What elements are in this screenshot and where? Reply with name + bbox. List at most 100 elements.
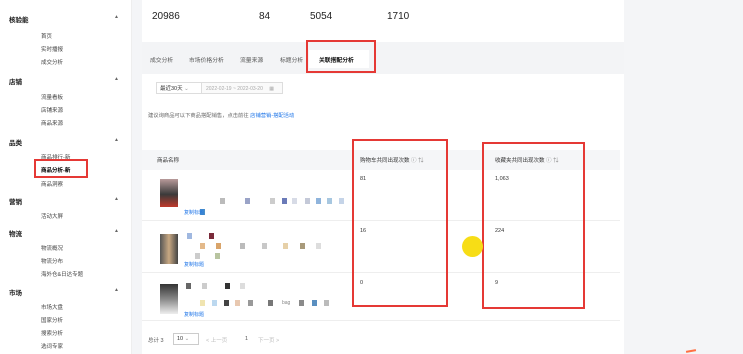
chevron-up-icon: ▲ <box>114 228 119 234</box>
chevron-up-icon: ▲ <box>114 196 119 202</box>
masked-title-block <box>220 198 225 204</box>
sidebar-item-home[interactable]: 首页 <box>41 32 52 40</box>
chevron-up-icon: ▲ <box>114 14 119 20</box>
stat-value: 84 <box>259 11 271 22</box>
chevron-up-icon: ▲ <box>114 76 119 82</box>
masked-title-block <box>187 233 192 239</box>
copy-title-link[interactable]: 复制标题 <box>184 261 204 268</box>
masked-title-block <box>327 198 332 204</box>
highlight-box-sidebar <box>34 159 88 178</box>
sidebar-item-activity-screen[interactable]: 活动大屏 <box>41 212 63 220</box>
sidebar-item-country-analysis[interactable]: 国家分析 <box>41 316 63 324</box>
product-thumbnail <box>160 284 178 314</box>
sidebar-item-overseas-warehouse[interactable]: 海外仓&日达专题 <box>41 270 83 278</box>
tip-text: 建议询商品可以下商品搭配销售，点击前往 店铺营销-搭配活动 <box>148 111 294 119</box>
row-divider <box>142 320 620 321</box>
tip-link[interactable]: 店铺营销-搭配活动 <box>250 113 294 119</box>
section-title: 核验能 <box>9 17 29 24</box>
masked-title-block <box>195 253 200 259</box>
sidebar-item-market-overview[interactable]: 市场大盘 <box>41 303 63 311</box>
page-number-current[interactable]: 1 <box>245 336 248 342</box>
sidebar-section-store[interactable]: 店铺 ▲ <box>9 76 127 86</box>
cursor-highlight-dot <box>462 236 483 257</box>
sidebar-section-logistics[interactable]: 物流 ▲ <box>9 228 127 238</box>
sidebar-item-realtime[interactable]: 实时播报 <box>41 45 63 53</box>
next-page-button[interactable]: 下一页 > <box>258 336 279 344</box>
copy-title-link[interactable]: 复制标题 <box>184 209 204 216</box>
masked-title-block <box>235 300 240 306</box>
section-title: 品类 <box>9 140 22 147</box>
masked-title-block <box>225 283 230 289</box>
masked-title-block <box>316 198 321 204</box>
masked-title-block <box>262 243 267 249</box>
section-title: 店铺 <box>9 79 22 86</box>
sidebar-item-search-analysis[interactable]: 搜索分析 <box>41 329 63 337</box>
date-range-input[interactable]: 2022-02-19 ~ 2022-03-20 ▦ <box>201 82 283 94</box>
masked-title-block <box>200 243 205 249</box>
product-thumbnail <box>160 234 178 264</box>
masked-title-block <box>240 243 245 249</box>
tab-deal-analysis[interactable]: 成交分析 <box>150 55 173 64</box>
chevron-up-icon: ▲ <box>114 137 119 143</box>
stat-value: 1710 <box>387 11 410 22</box>
pager-total: 总计 3 <box>148 338 164 344</box>
masked-title-block <box>245 198 250 204</box>
sidebar-item-logistics-overview[interactable]: 物流概况 <box>41 244 63 252</box>
masked-title-block <box>212 300 217 306</box>
calendar-icon: ▦ <box>269 86 274 92</box>
page-size-value: 10 <box>177 336 184 342</box>
masked-title-block <box>282 198 287 204</box>
column-header-product: 商品名称 <box>157 158 180 164</box>
highlight-box-favorites-column <box>482 142 585 309</box>
period-label: 最近30天 <box>160 86 183 92</box>
masked-title-block <box>268 300 273 306</box>
tab-traffic-source[interactable]: 流量来源 <box>240 55 263 64</box>
section-title: 物流 <box>9 231 22 238</box>
tip-message: 建议询商品可以下商品搭配销售，点击前往 <box>148 113 249 119</box>
sidebar-section-marketing[interactable]: 营销 ▲ <box>9 196 127 206</box>
page-size-select[interactable]: 10 ⌄ <box>173 333 199 345</box>
masked-title-block <box>292 198 297 204</box>
masked-title-block <box>200 300 205 306</box>
chevron-up-icon: ▲ <box>114 287 119 293</box>
section-title: 营销 <box>9 199 22 206</box>
prev-page-button[interactable]: < 上一页 <box>206 336 227 344</box>
masked-title-block <box>202 283 207 289</box>
masked-title-block <box>299 300 304 306</box>
stat-value: 20986 <box>152 11 180 22</box>
section-title: 市场 <box>9 290 22 297</box>
sidebar-item-keyword-expert[interactable]: 选词专家 <box>41 342 63 350</box>
masked-title-block <box>339 198 344 204</box>
masked-title-block <box>300 243 305 249</box>
masked-title-block <box>240 283 245 289</box>
copy-title-link[interactable]: 复制标题 <box>184 311 204 318</box>
masked-title-block <box>270 198 275 204</box>
masked-title-block <box>186 283 191 289</box>
masked-title-block <box>209 233 214 239</box>
period-select-value: 最近30天 ⌄ <box>160 84 189 92</box>
masked-title-block <box>248 300 253 306</box>
sidebar-item-traffic[interactable]: 流量看板 <box>41 93 63 101</box>
tab-title-analysis[interactable]: 标题分析 <box>280 55 303 64</box>
masked-title-block <box>316 243 321 249</box>
sidebar-item-store-source[interactable]: 店铺来源 <box>41 106 63 114</box>
sidebar-item-logistics-distribution[interactable]: 物流分布 <box>41 257 63 265</box>
masked-title-block <box>224 300 229 306</box>
masked-title-block <box>305 198 310 204</box>
sidebar-item-product-insight[interactable]: 商品洞察 <box>41 180 63 188</box>
masked-title-block <box>215 253 220 259</box>
sidebar-item-product-source[interactable]: 商品来源 <box>41 119 63 127</box>
highlight-box-tab <box>306 40 376 73</box>
masked-title-block <box>324 300 329 306</box>
stat-value: 5054 <box>310 11 333 22</box>
masked-title-block <box>216 243 221 249</box>
chevron-down-icon: ⌄ <box>184 336 190 342</box>
masked-title-text: bag <box>282 300 291 306</box>
chevron-down-icon: ⌄ <box>184 86 189 92</box>
date-range-text: 2022-02-19 ~ 2022-03-20 <box>206 86 263 92</box>
sidebar-section-category[interactable]: 品类 ▲ <box>9 137 127 147</box>
tab-market-price[interactable]: 市场价格分析 <box>189 55 224 64</box>
sidebar-section-core[interactable]: 核验能 ▲ <box>9 14 127 24</box>
sidebar-section-market[interactable]: 市场 ▲ <box>9 287 127 297</box>
sidebar-item-deal-analysis[interactable]: 成交分析 <box>41 58 63 66</box>
